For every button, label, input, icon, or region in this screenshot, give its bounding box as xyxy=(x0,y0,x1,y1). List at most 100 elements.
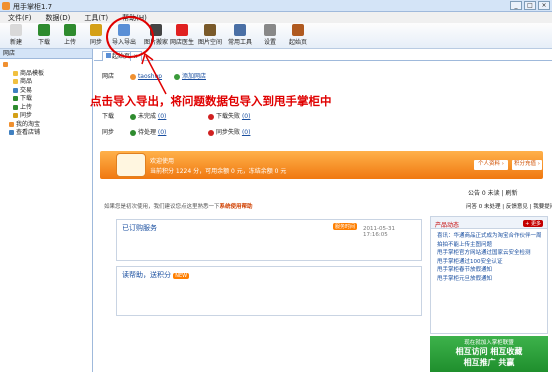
toolbar-label: 下载 xyxy=(37,39,50,46)
menu-tools[interactable]: 工具(T) xyxy=(84,13,108,23)
news-list: 喜讯：华通商品正式成为淘宝合作伙伴一周 拍拍不能上传主图问题 甩手掌柜官方网站通过国… xyxy=(431,229,547,283)
download-pending: 未完成 xyxy=(137,113,156,120)
toolbar-label: 新建 xyxy=(9,39,22,46)
toolbar-button-7[interactable]: 图片空间 xyxy=(196,24,224,46)
annotation-text: 点击导入导出，将问题数据包导入到甩手掌柜中 xyxy=(90,94,332,108)
tree-node-icon xyxy=(13,96,18,101)
download-row: 下载 未完成 (0) xyxy=(102,111,166,120)
help-title[interactable]: 读帮助，送积分 xyxy=(122,271,171,279)
notice-links[interactable]: 公告 0 未读 | 刷新 xyxy=(468,188,517,197)
sidebar-item-label: 商品 xyxy=(20,78,33,85)
menu-data[interactable]: 数据(D) xyxy=(46,13,71,23)
sidebar-item[interactable]: 商品 xyxy=(3,78,92,87)
menu-file[interactable]: 文件(F) xyxy=(8,13,32,23)
close-button[interactable]: × xyxy=(538,1,550,10)
sidebar-item[interactable]: 同步 xyxy=(3,112,92,121)
help-new-badge: NEW xyxy=(173,273,190,279)
money-bag-icon xyxy=(116,153,146,177)
toolbar-button-6[interactable]: 网店医生 xyxy=(168,24,196,46)
service-date: 2011-05-31 17:16:05 xyxy=(363,226,395,238)
news-more-link[interactable]: + 更多 xyxy=(523,220,543,227)
sidebar-item-label: 交易 xyxy=(20,86,33,94)
tree-node-icon xyxy=(13,79,18,84)
balance-text: 当前积分 1224 分，可用余额 0 元，冻结余额 0 元 xyxy=(150,168,287,175)
sidebar-item-label: 同步 xyxy=(20,112,33,119)
download-icon xyxy=(38,24,50,36)
hint-row: 如果您是初次使用，我们建议您点这里熟悉一下系统使用帮助 xyxy=(104,202,253,210)
tree-node-icon xyxy=(13,104,18,110)
hint-text: 如果您是初次使用，我们建议您点这里熟悉一下 xyxy=(104,204,220,210)
hint-help-link[interactable]: 系统使用帮助 xyxy=(220,204,253,210)
toolbar-button-8[interactable]: 常用工具 xyxy=(226,24,254,46)
news-item[interactable]: 甩手掌柜元旦放假通知 xyxy=(431,275,547,284)
qa-links[interactable]: 问答 0 未处理 | 反馈意见 | 我要提问 xyxy=(466,202,552,210)
news-item[interactable]: 喜讯：华通商品正式成为淘宝合作伙伴一周 xyxy=(431,232,547,241)
title-bar: 甩手掌柜1.7 _ □ × xyxy=(0,0,552,12)
toolbar-button-10[interactable]: 起始页 xyxy=(284,24,312,46)
image-space-icon xyxy=(204,24,216,36)
toolbar: 新建 下载 上传 同步 导入导出 图片搬家 网店医生 图片空间 常用工具 设置 起始页 xyxy=(0,23,552,49)
tree-node-icon xyxy=(13,87,18,93)
home-tab-icon xyxy=(106,53,111,58)
news-item[interactable]: 甩手掌柜官方网站通过国家云安全检测 xyxy=(431,249,547,258)
toolbar-button-1[interactable]: 下载 xyxy=(30,24,58,46)
download-failed: 下载失败 xyxy=(216,113,241,120)
tree-node-icon xyxy=(9,121,14,127)
tree-node-icon xyxy=(3,62,8,67)
tree-node-icon xyxy=(13,113,18,118)
download-pending-count[interactable]: (0) xyxy=(158,113,167,120)
recharge-button[interactable]: 积分充值 › xyxy=(512,160,542,170)
todo-icon xyxy=(129,129,136,136)
promo-line-1: 现在就加入掌柜联盟 xyxy=(464,340,514,346)
sidebar-item[interactable]: 下载 xyxy=(3,95,92,104)
download-failed-row: 下载失败 (0) xyxy=(208,111,250,120)
sidebar-item-label: 下载 xyxy=(20,95,33,102)
ordered-services-panel: 已订购服务 服务时间 2011-05-31 17:16:05 xyxy=(116,219,422,261)
add-shop-link[interactable]: 添加网店 xyxy=(182,73,206,80)
sync-row: 同步 待处理 (0) xyxy=(102,127,166,136)
help-panel-header: 读帮助，送积分 NEW xyxy=(117,267,421,279)
sync-icon xyxy=(90,24,102,36)
profile-button[interactable]: 个人资料 › xyxy=(474,160,508,170)
sidebar-item[interactable]: 我的淘宝 xyxy=(3,121,92,130)
news-item[interactable]: 甩手掌柜春节放假通知 xyxy=(431,266,547,275)
sync-todo: 待处理 xyxy=(137,129,156,136)
window-title: 甩手掌柜1.7 xyxy=(13,3,53,11)
sync-failed-row: 同步失败 (0) xyxy=(208,127,250,136)
maximize-button[interactable]: □ xyxy=(524,1,536,10)
minimize-button[interactable]: _ xyxy=(510,1,522,10)
sync-todo-count[interactable]: (0) xyxy=(158,129,167,136)
toolbar-label: 设置 xyxy=(263,39,276,46)
app-icon xyxy=(2,2,10,10)
download-label: 下载 xyxy=(102,113,115,120)
help-panel: 读帮助，送积分 NEW xyxy=(116,266,422,316)
doctor-icon xyxy=(176,24,188,36)
sidebar-item[interactable]: 交易 xyxy=(3,87,92,96)
settings-icon xyxy=(264,24,276,36)
league-promo[interactable]: 现在就加入掌柜联盟 相互访问 相互收藏 相互推广 共赢 xyxy=(430,336,548,372)
tree-node-icon xyxy=(13,70,18,76)
news-item[interactable]: 甩手掌柜通过100安全认证 xyxy=(431,258,547,267)
sidebar-item[interactable]: 查看店铺 xyxy=(3,129,92,138)
toolbar-button-2[interactable]: 上传 xyxy=(56,24,84,46)
news-title: 产品动态 xyxy=(435,222,460,229)
sidebar-item[interactable] xyxy=(3,61,92,70)
toolbar-button-9[interactable]: 设置 xyxy=(256,24,284,46)
download-failed-count[interactable]: (0) xyxy=(242,113,251,120)
shop-label: 网店 xyxy=(102,73,115,80)
sync-failed-count[interactable]: (0) xyxy=(242,129,251,136)
account-bar: 欢迎使用 当前积分 1224 分，可用余额 0 元，冻结余额 0 元 个人资料 … xyxy=(100,151,543,179)
failed-icon xyxy=(208,113,214,120)
promo-line-2: 相互访问 相互收藏 xyxy=(455,347,523,356)
sidebar-item[interactable]: 上传 xyxy=(3,104,92,113)
news-header: 产品动态 + 更多 xyxy=(431,217,547,229)
sidebar-item[interactable]: 商品模板 xyxy=(3,70,92,79)
sync-failed-icon xyxy=(208,129,214,136)
promo-line-3: 相互推广 共赢 xyxy=(463,358,515,367)
toolbar-label: 常用工具 xyxy=(227,39,252,46)
annotation-arrow xyxy=(141,52,167,95)
toolbar-label: 上传 xyxy=(63,39,76,46)
news-item[interactable]: 拍拍不能上传主图问题 xyxy=(431,241,547,250)
toolbar-button-0[interactable]: 新建 xyxy=(2,24,30,46)
home-icon xyxy=(292,24,304,36)
